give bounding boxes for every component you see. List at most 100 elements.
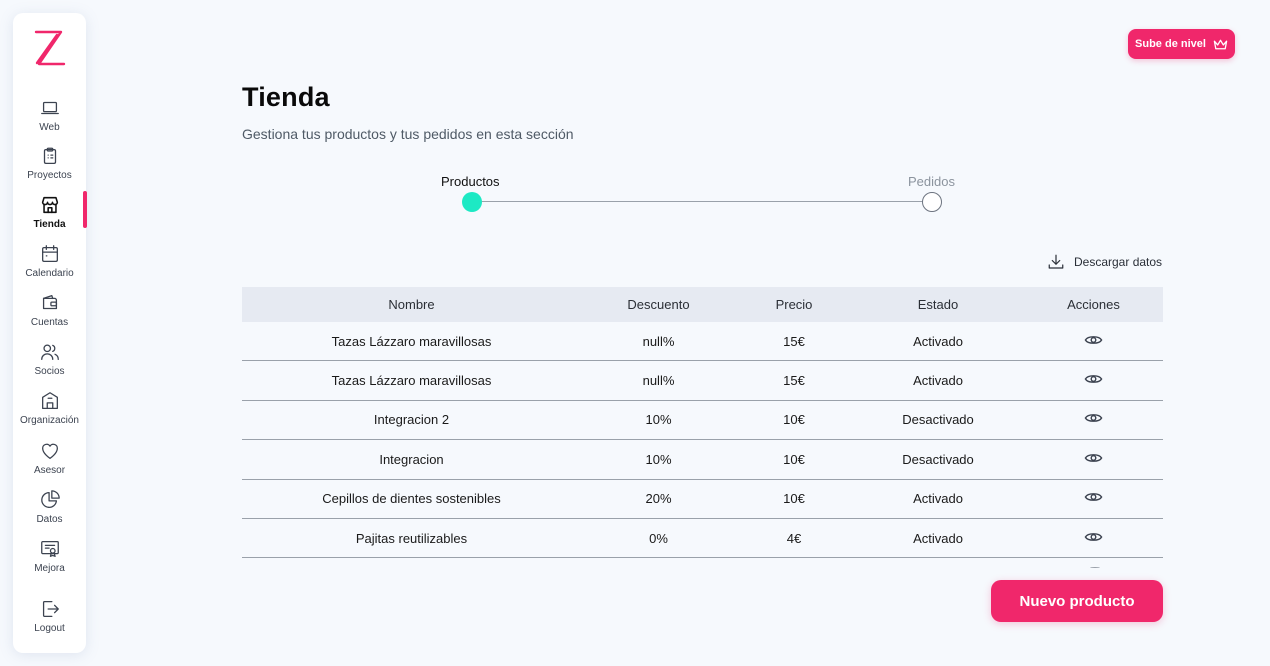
sidebar-item-label: Datos [36,514,63,525]
cell-nombre: Pajitas reutilizables [355,530,468,546]
table-row: Integracion 2 10% 10€ Desactivado [242,401,1163,441]
cell-acciones [1024,411,1163,428]
view-eye-icon[interactable] [1084,530,1103,544]
users-icon [40,344,59,360]
sidebar-item-mejora[interactable]: Mejora [13,538,86,584]
view-eye-icon[interactable] [1084,490,1103,504]
download-label: Descargar datos [1074,255,1163,269]
building-icon [41,392,58,409]
cell-precio: 10€ [783,451,805,467]
step-label-pedidos[interactable]: Pedidos [908,174,955,189]
cell-acciones [1024,372,1163,389]
cell-descuento: 20% [645,491,672,507]
cell-precio: 15€ [783,333,805,349]
partial-eye-icon [1090,567,1100,569]
cell-acciones [1024,451,1163,468]
cell-estado: Desactivado [902,412,974,428]
view-eye-icon[interactable] [1084,333,1103,347]
column-header-estado: Estado [917,297,959,312]
cell-nombre: Tazas Lázzaro maravillosas [331,373,492,389]
cell-estado: Activado [913,491,963,507]
sidebar-item-web[interactable]: Web [13,97,86,143]
crown-icon [1213,39,1228,49]
cell-descuento: 0% [649,530,668,546]
cell-precio: 10€ [783,412,805,428]
sidebar-item-label: Calendario [25,268,74,279]
sidebar-item-label: Tienda [33,219,66,230]
cell-estado: Activado [913,530,963,546]
column-header-nombre: Nombre [388,297,435,312]
upgrade-button[interactable]: Sube de nivel [1128,29,1235,59]
page-title: Tienda [242,82,330,112]
sidebar-item-socios[interactable]: Socios [13,341,86,387]
column-header-precio: Precio [775,297,813,312]
sidebar-item-datos[interactable]: Datos [13,489,86,535]
column-header-acciones: Acciones [1067,297,1120,312]
sidebar-item-label: Asesor [33,465,66,476]
upgrade-label: Sube de nivel [1135,38,1206,50]
cell-precio: 10€ [783,491,805,507]
sidebar-item-calendario[interactable]: Calendario [13,243,86,289]
sidebar-item-tienda[interactable]: Tienda [13,194,86,240]
column-header-descuento: Descuento [627,297,690,312]
table-row: Pajitas reutilizables 0% 4€ Activado [242,519,1163,559]
store-icon [41,196,58,214]
cell-descuento: 10% [645,412,672,428]
cell-estado: Activado [913,333,963,349]
view-eye-icon[interactable] [1084,451,1103,465]
step-dot-pedidos[interactable] [922,192,942,212]
download-data-button[interactable]: Descargar datos [1047,253,1162,271]
table-row: Tazas Lázzaro maravillosas null% 15€ Activa… [242,361,1163,401]
sidebar: Web Proyectos Tienda Calendario Cuentas … [13,13,87,653]
step-label-productos[interactable]: Productos [441,174,500,189]
cell-nombre: Cepillos de dientes sostenibles [322,491,501,507]
sidebar-item-label: Logout [34,623,65,634]
table-body: Tazas Lázzaro maravillosas null% 15€ Activa… [242,322,1163,559]
sidebar-item-proyectos[interactable]: Proyectos [13,145,86,191]
new-product-button[interactable]: Nuevo producto [991,580,1163,622]
calendar-icon [41,245,58,262]
cell-acciones [1024,490,1163,507]
stepper-line [472,201,932,202]
clipboard-icon [43,147,56,164]
cell-nombre: Tazas Lázzaro maravillosas [331,333,492,349]
page-subtitle: Gestiona tus productos y tus pedidos en … [242,126,574,142]
sidebar-item-label: Socios [34,366,65,377]
cell-nombre: Integracion 2 [373,412,450,428]
cell-descuento: null% [642,333,675,349]
table-header: Nombre Descuento Precio Estado Acciones [242,287,1163,322]
cell-acciones [1024,333,1163,350]
laptop-icon [40,101,59,115]
cell-descuento: null% [642,373,675,389]
step-dot-productos[interactable] [462,192,482,212]
sidebar-item-label: Cuentas [30,317,69,328]
sidebar-item-logout[interactable]: Logout [13,598,86,644]
active-indicator [83,191,87,228]
products-table: Nombre Descuento Precio Estado Acciones … [242,287,1163,559]
view-eye-icon[interactable] [1084,411,1103,425]
download-icon [1048,254,1064,269]
table-row: Tazas Lázzaro maravillosas null% 15€ Activa… [242,322,1163,362]
logout-icon [42,601,59,617]
cell-estado: Activado [913,373,963,389]
table-row: Cepillos de dientes sostenibles 20% 10€ Act… [242,480,1163,519]
cell-precio: 15€ [783,373,805,389]
sidebar-item-cuentas[interactable]: Cuentas [13,292,86,338]
sidebar-item-organizacion[interactable]: Organización [13,390,86,436]
sidebar-item-label: Organización [20,415,79,426]
pie-chart-icon [40,490,60,508]
cell-precio: 4€ [786,530,802,546]
sidebar-item-label: Mejora [34,563,65,574]
view-eye-icon[interactable] [1084,372,1103,386]
sidebar-item-asesor[interactable]: Asesor [13,440,86,486]
table-row: Integracion 10% 10€ Desactivado [242,440,1163,480]
certificate-icon [40,541,59,557]
wallet-icon [42,295,57,310]
heart-icon [41,443,58,459]
cell-acciones [1024,530,1163,547]
cell-descuento: 10% [645,451,672,467]
sidebar-item-label: Proyectos [27,170,72,181]
logo-icon[interactable] [33,27,67,69]
sidebar-item-label: Web [39,122,60,133]
cell-nombre: Integracion [379,451,444,467]
